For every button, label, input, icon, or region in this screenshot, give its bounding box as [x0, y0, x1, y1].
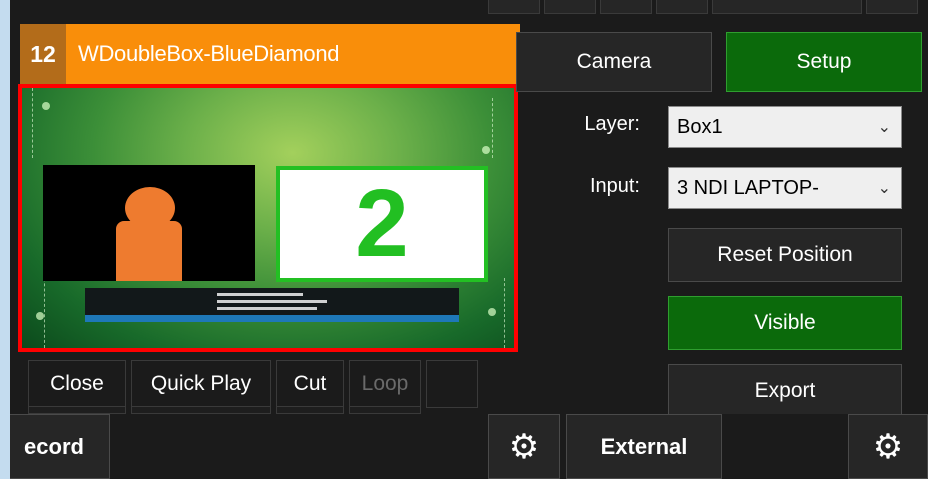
- visible-toggle-button[interactable]: Visible: [668, 296, 902, 350]
- decorative-vine: [32, 88, 33, 158]
- close-button[interactable]: Close: [28, 360, 126, 408]
- top-button[interactable]: [600, 0, 652, 14]
- chevron-down-icon: ⌄: [877, 180, 891, 197]
- decorative-vine: [504, 278, 505, 348]
- loop-button[interactable]: Loop: [349, 360, 421, 408]
- box2-number-feed: 2: [276, 166, 488, 282]
- gear-icon[interactable]: ⚙: [848, 414, 928, 479]
- control-strip: [349, 406, 421, 414]
- decorative-vine: [492, 98, 493, 158]
- input-title-bar[interactable]: 12 WDoubleBox-BlueDiamond: [20, 24, 520, 84]
- record-button[interactable]: ecord: [10, 414, 110, 479]
- control-strip: [276, 406, 344, 414]
- blank-button[interactable]: [426, 360, 478, 408]
- input-controls: Close Quick Play Cut Loop: [28, 360, 483, 408]
- gear-icon[interactable]: ⚙: [488, 414, 560, 479]
- reset-position-button[interactable]: Reset Position: [668, 228, 902, 282]
- box1-camera-feed: [43, 165, 255, 281]
- input-label: Input:: [589, 175, 640, 197]
- export-button[interactable]: Export: [668, 364, 902, 418]
- lower-third-text-line: [217, 307, 317, 310]
- layer-label: Layer:: [584, 113, 640, 135]
- input-title: WDoubleBox-BlueDiamond: [78, 41, 340, 66]
- tab-setup[interactable]: Setup: [726, 32, 922, 92]
- lower-third-text-line: [217, 293, 303, 296]
- control-strip: [28, 406, 126, 414]
- cut-button[interactable]: Cut: [276, 360, 344, 408]
- sparkle: [482, 146, 490, 154]
- external-button[interactable]: External: [566, 414, 722, 479]
- tab-camera[interactable]: Camera: [516, 32, 712, 92]
- chevron-down-icon: ⌄: [877, 119, 891, 136]
- quick-play-button[interactable]: Quick Play: [131, 360, 271, 408]
- layer-select[interactable]: Box1 ⌄: [668, 106, 902, 148]
- input-number: 12: [20, 24, 66, 84]
- sparkle: [42, 102, 50, 110]
- top-button[interactable]: [712, 0, 862, 14]
- top-button[interactable]: [866, 0, 918, 14]
- person-icon-body: [116, 221, 182, 281]
- input-select-value: 3 NDI LAPTOP-: [677, 176, 819, 199]
- layer-select-value: Box1: [677, 115, 723, 138]
- top-button[interactable]: [656, 0, 708, 14]
- vmix-input-window: 12 WDoubleBox-BlueDiamond 2 Close Quick …: [10, 0, 928, 479]
- top-button[interactable]: [544, 0, 596, 14]
- bottom-toolbar: [10, 414, 928, 479]
- lower-third-text-line: [217, 300, 327, 303]
- box2-number: 2: [355, 170, 409, 277]
- input-select[interactable]: 3 NDI LAPTOP- ⌄: [668, 167, 902, 209]
- control-strip: [131, 406, 271, 414]
- lower-third: [85, 288, 459, 322]
- lower-third-accent-bar: [85, 315, 459, 322]
- sparkle: [488, 308, 496, 316]
- input-preview[interactable]: 2: [18, 84, 518, 352]
- sparkle: [36, 312, 44, 320]
- top-button[interactable]: [488, 0, 540, 14]
